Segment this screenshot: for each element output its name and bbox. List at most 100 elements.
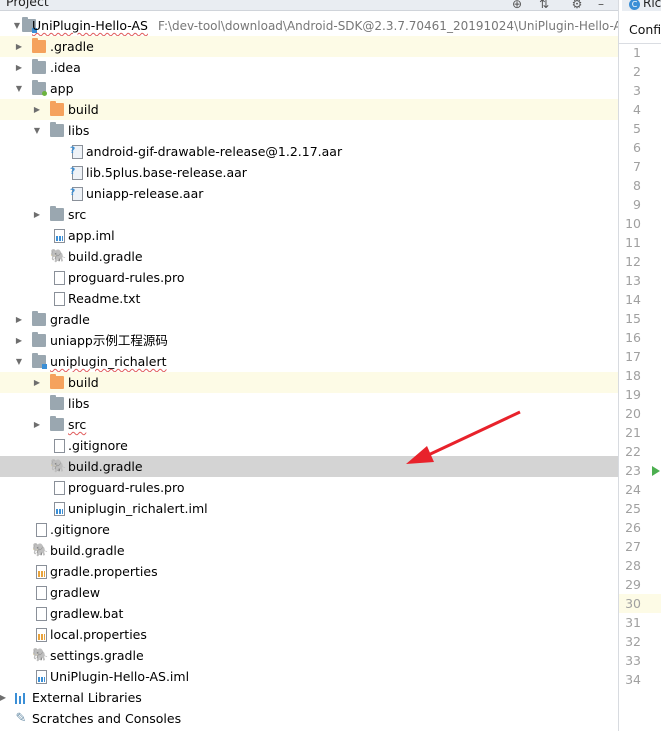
tree-row-local-properties[interactable]: local.properties bbox=[0, 624, 618, 645]
project-tree: ▼ UniPlugin-Hello-AS F:\dev-tool\download… bbox=[0, 15, 629, 729]
external-libraries-icon bbox=[14, 691, 28, 704]
tree-item-label: uniapp示例工程源码 bbox=[50, 333, 168, 348]
tree-row-idea[interactable]: ▶ .idea bbox=[0, 57, 618, 78]
tree-row-gradle-dir[interactable]: ▶ .gradle bbox=[0, 36, 618, 57]
expand-arrow-icon[interactable]: ▼ bbox=[12, 15, 22, 36]
tree-row-app-libs[interactable]: ▼ libs bbox=[0, 120, 618, 141]
tree-row-app-proguard[interactable]: proguard-rules.pro bbox=[0, 267, 618, 288]
tree-row-root-gitignore[interactable]: .gitignore bbox=[0, 519, 618, 540]
collapse-arrow-icon[interactable]: ▶ bbox=[0, 687, 8, 708]
line-number: 26 bbox=[625, 520, 641, 535]
tree-row-root-build-gradle[interactable]: 🐘 build.gradle bbox=[0, 540, 618, 561]
collapse-all-icon[interactable]: ⇅ bbox=[538, 0, 550, 10]
module-folder-icon bbox=[32, 80, 47, 96]
folder-icon bbox=[32, 59, 46, 74]
tree-row-gradle-folder[interactable]: ▶ gradle bbox=[0, 309, 618, 330]
tree-row-root-iml[interactable]: UniPlugin-Hello-AS.iml bbox=[0, 666, 618, 687]
tree-row-app-readme[interactable]: Readme.txt bbox=[0, 288, 618, 309]
tree-row-richalert-build-gradle[interactable]: 🐘 build.gradle bbox=[0, 456, 618, 477]
tree-row-gradlew[interactable]: gradlew bbox=[0, 582, 618, 603]
line-number: 14 bbox=[625, 292, 641, 307]
tree-row-richalert-src[interactable]: ▶ src bbox=[0, 414, 618, 435]
project-panel-title[interactable]: Project bbox=[6, 0, 49, 9]
text-file-icon bbox=[36, 607, 47, 621]
collapse-arrow-icon[interactable]: ▶ bbox=[32, 204, 42, 225]
iml-file-icon bbox=[36, 670, 47, 684]
collapse-arrow-icon[interactable]: ▶ bbox=[14, 309, 24, 330]
line-number: 4 bbox=[633, 102, 641, 117]
line-number: 6 bbox=[633, 140, 641, 155]
properties-file-icon bbox=[36, 565, 47, 579]
tree-item-label: android-gif-drawable-release@1.2.17.aar bbox=[86, 144, 343, 159]
tree-row-richalert-iml[interactable]: uniplugin_richalert.iml bbox=[0, 498, 618, 519]
line-number: 1 bbox=[633, 45, 641, 60]
expand-arrow-icon[interactable]: ▼ bbox=[14, 78, 24, 99]
line-number: 27 bbox=[625, 539, 641, 554]
tree-row-aar-5plus[interactable]: lib.5plus.base-release.aar bbox=[0, 162, 618, 183]
expand-arrow-icon[interactable]: ▼ bbox=[14, 351, 24, 372]
globe-icon[interactable]: ⊕ bbox=[511, 0, 523, 10]
text-file-icon bbox=[36, 523, 47, 537]
line-number: 32 bbox=[625, 634, 641, 649]
tree-item-label: Scratches and Consoles bbox=[32, 711, 182, 726]
tree-row-richalert-build[interactable]: ▶ build bbox=[0, 372, 618, 393]
line-number: 23 bbox=[619, 461, 661, 480]
tree-row-app[interactable]: ▼ app bbox=[0, 78, 618, 99]
folder-icon bbox=[50, 416, 64, 431]
editor-breadcrumb[interactable]: Config bbox=[629, 22, 661, 37]
tree-row-gradlew-bat[interactable]: gradlew.bat bbox=[0, 603, 618, 624]
tree-item-label: .idea bbox=[50, 60, 81, 75]
tree-item-label: settings.gradle bbox=[50, 648, 144, 663]
collapse-arrow-icon[interactable]: ▶ bbox=[14, 36, 24, 57]
tree-item-label: build bbox=[68, 375, 99, 390]
collapse-arrow-icon[interactable]: ▶ bbox=[32, 99, 42, 120]
text-file-icon bbox=[54, 271, 65, 285]
tree-row-uniapp-source[interactable]: ▶ uniapp示例工程源码 bbox=[0, 330, 618, 351]
tree-row-richalert-proguard[interactable]: proguard-rules.pro bbox=[0, 477, 618, 498]
folder-icon bbox=[32, 332, 46, 347]
minimize-icon[interactable]: – bbox=[595, 0, 607, 10]
tree-row-aar-uniapp[interactable]: uniapp-release.aar bbox=[0, 183, 618, 204]
line-number: 10 bbox=[625, 216, 641, 231]
tree-row-root[interactable]: ▼ UniPlugin-Hello-AS F:\dev-tool\download… bbox=[0, 15, 629, 36]
line-number: 8 bbox=[633, 178, 641, 193]
folder-icon bbox=[50, 374, 64, 389]
tree-row-scratches[interactable]: ✎ Scratches and Consoles bbox=[0, 708, 618, 729]
project-path: F:\dev-tool\download\Android-SDK@2.3.7.7… bbox=[157, 19, 630, 33]
tree-item-label: app.iml bbox=[68, 228, 115, 243]
tree-item-label: Readme.txt bbox=[68, 291, 141, 306]
collapse-arrow-icon[interactable]: ▶ bbox=[14, 330, 24, 351]
collapse-arrow-icon[interactable]: ▶ bbox=[32, 372, 42, 393]
collapse-arrow-icon[interactable]: ▶ bbox=[32, 414, 42, 435]
line-number: 12 bbox=[625, 254, 641, 269]
tree-item-label: gradlew.bat bbox=[50, 606, 124, 621]
tree-item-label: build bbox=[68, 102, 99, 117]
tree-item-label: gradle.properties bbox=[50, 564, 158, 579]
tree-row-external-libraries[interactable]: ▶ External Libraries bbox=[0, 687, 618, 708]
line-number: 28 bbox=[625, 558, 641, 573]
line-number: 17 bbox=[625, 349, 641, 364]
tree-row-app-src[interactable]: ▶ src bbox=[0, 204, 618, 225]
line-number: 13 bbox=[625, 273, 641, 288]
tree-row-richalert-gitignore[interactable]: .gitignore bbox=[0, 435, 618, 456]
tree-item-label: UniPlugin-Hello-AS bbox=[32, 18, 148, 33]
line-number: 18 bbox=[625, 368, 641, 383]
tree-row-uniplugin-richalert[interactable]: ▼ uniplugin_richalert bbox=[0, 351, 618, 372]
tree-row-app-build-gradle[interactable]: 🐘 build.gradle bbox=[0, 246, 618, 267]
line-number: 24 bbox=[625, 482, 641, 497]
tree-item-label: .gitignore bbox=[68, 438, 128, 453]
tree-row-gradle-properties[interactable]: gradle.properties bbox=[0, 561, 618, 582]
expand-arrow-icon[interactable]: ▼ bbox=[32, 120, 42, 141]
folder-icon bbox=[32, 311, 46, 326]
tree-row-app-build[interactable]: ▶ build bbox=[0, 99, 618, 120]
editor-tab-label: Ric bbox=[643, 0, 661, 10]
line-number: 25 bbox=[625, 501, 641, 516]
tree-row-aar-gif[interactable]: android-gif-drawable-release@1.2.17.aar bbox=[0, 141, 618, 162]
collapse-arrow-icon[interactable]: ▶ bbox=[14, 57, 24, 78]
gear-icon[interactable]: ⚙ bbox=[571, 0, 583, 10]
tree-row-richalert-libs[interactable]: libs bbox=[0, 393, 618, 414]
editor-tab[interactable]: C Ric bbox=[622, 0, 661, 11]
tree-row-settings-gradle[interactable]: 🐘 settings.gradle bbox=[0, 645, 618, 666]
run-gutter-icon[interactable] bbox=[652, 466, 660, 476]
tree-row-app-iml[interactable]: app.iml bbox=[0, 225, 618, 246]
